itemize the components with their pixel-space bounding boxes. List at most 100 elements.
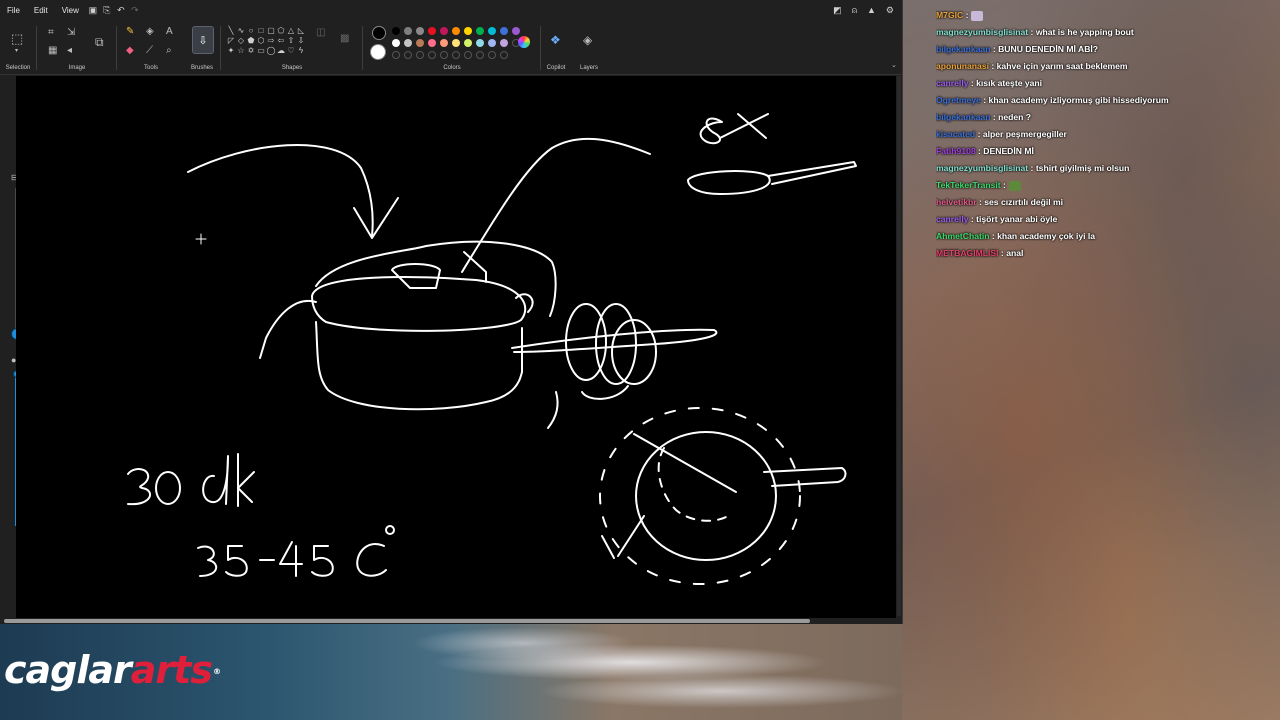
lightning-shape-icon[interactable]: ϟ	[296, 45, 306, 55]
edit-colors-icon[interactable]	[518, 36, 530, 48]
copilot-label: Copilot	[546, 65, 566, 71]
star5-shape-icon[interactable]: ☆	[236, 45, 246, 55]
color-swatch[interactable]	[428, 27, 436, 35]
custom-color-slot[interactable]	[488, 51, 496, 59]
line-shape-icon[interactable]: ╲	[226, 25, 236, 35]
callout-cloud-shape-icon[interactable]: ☁	[276, 45, 286, 55]
layers-icon[interactable]: ◈	[583, 34, 592, 46]
pan-strike-stroke	[633, 433, 737, 493]
menu-edit[interactable]: Edit	[27, 6, 55, 15]
save-icon[interactable]: ▣	[86, 5, 100, 16]
outline-icon[interactable]: ◫	[316, 28, 325, 38]
color-swatch[interactable]	[476, 39, 484, 47]
right-triangle-shape-icon[interactable]: ◺	[296, 25, 306, 35]
shapes-gallery[interactable]: ╲ ∿ ○ □ ▢ ⬠ △ ◺ ◸ ◇ ⬟ ⬡ ⇨ ⇦ ⇧ ⇩ ✦ ☆ ✡ ▭ ◯ ☁ ♡ ϟ	[226, 25, 306, 61]
arrow-right-shape-icon[interactable]: ⇨	[266, 35, 276, 45]
colors-label: Colors	[443, 65, 461, 71]
custom-color-slot[interactable]	[392, 51, 400, 59]
custom-color-slot[interactable]	[428, 51, 436, 59]
flip-icon[interactable]: ◂	[67, 46, 72, 56]
curve-shape-icon[interactable]: ∿	[236, 25, 246, 35]
pot-left-handle-stroke	[259, 299, 317, 359]
copilot-icon[interactable]: ❖	[550, 34, 561, 46]
hexagon-shape-icon[interactable]: ⬡	[256, 35, 266, 45]
crop-icon[interactable]: ⌗	[48, 28, 54, 38]
resize-icon[interactable]: ⇲	[67, 28, 75, 38]
fill-icon[interactable]: ◈	[146, 27, 154, 37]
pentagon-shape-icon[interactable]: ⬟	[246, 35, 256, 45]
color-swatch[interactable]	[452, 39, 460, 47]
text-icon[interactable]: A	[166, 27, 173, 37]
thirty-dk-handwriting	[127, 453, 255, 507]
remove-background-icon[interactable]: ▦	[48, 46, 57, 56]
custom-color-slot[interactable]	[464, 51, 472, 59]
arrow-up-shape-icon[interactable]: ⇧	[286, 35, 296, 45]
brush-icon[interactable]: ⇩	[192, 26, 214, 54]
fill-shape-icon[interactable]: ▩	[340, 34, 349, 44]
image-select-icon[interactable]: ⧉	[95, 36, 104, 48]
drawing-canvas[interactable]: 8x	[16, 76, 896, 618]
oval-shape-icon[interactable]: ○	[246, 25, 256, 35]
chat-message: kisacated : alper peşmergegiller	[936, 129, 1067, 139]
eraser-icon[interactable]: ◆	[126, 46, 134, 56]
redo-icon[interactable]: ↷	[128, 5, 142, 16]
heart-shape-icon[interactable]: ♡	[286, 45, 296, 55]
triangle-shape-icon[interactable]: △	[286, 25, 296, 35]
star4-shape-icon[interactable]: ✦	[226, 45, 236, 55]
color-swatch[interactable]	[476, 27, 484, 35]
rectangle-shape-icon[interactable]: □	[256, 25, 266, 35]
vertical-scrollbar[interactable]	[897, 76, 901, 616]
color-swatch[interactable]	[512, 27, 520, 35]
color-swatch[interactable]	[392, 27, 400, 35]
color-swatch[interactable]	[404, 27, 412, 35]
selection-icon[interactable]: ⬚	[11, 32, 23, 45]
comment-icon[interactable]: ◩	[833, 5, 842, 16]
color-swatch[interactable]	[416, 39, 424, 47]
arrow-down-shape-icon[interactable]: ⇩	[296, 35, 306, 45]
rounded-rect-shape-icon[interactable]: ▢	[266, 25, 276, 35]
magnifier-icon[interactable]: ⌕	[166, 46, 172, 56]
color-swatch[interactable]	[392, 39, 400, 47]
primary-color[interactable]	[372, 26, 386, 40]
custom-color-slot[interactable]	[416, 51, 424, 59]
chevron-down-icon[interactable]: ▾	[15, 48, 18, 54]
custom-color-slot[interactable]	[404, 51, 412, 59]
callout-rect-shape-icon[interactable]: ▭	[256, 45, 266, 55]
color-swatch[interactable]	[464, 39, 472, 47]
brushes-group: ⇩ Brushes	[184, 20, 220, 74]
layers-group: ◈ Layers	[574, 20, 604, 74]
custom-color-slot[interactable]	[440, 51, 448, 59]
account-icon[interactable]: ▲	[867, 5, 876, 16]
profile-icon[interactable]: ⍝	[852, 5, 857, 16]
arrow-left-shape-icon[interactable]: ⇦	[276, 35, 286, 45]
secondary-color[interactable]	[370, 44, 386, 60]
menu-file[interactable]: File	[0, 6, 27, 15]
color-swatch[interactable]	[404, 39, 412, 47]
color-swatch[interactable]	[488, 39, 496, 47]
undo-icon[interactable]: ↶	[114, 5, 128, 16]
color-picker-icon[interactable]: ⟋	[146, 46, 153, 56]
color-swatch[interactable]	[428, 39, 436, 47]
color-swatch[interactable]	[500, 39, 508, 47]
callout-oval-shape-icon[interactable]: ◯	[266, 45, 276, 55]
custom-color-slot[interactable]	[476, 51, 484, 59]
color-swatch[interactable]	[440, 39, 448, 47]
polygon-shape-icon[interactable]: ⬠	[276, 25, 286, 35]
star6-shape-icon[interactable]: ✡	[246, 45, 256, 55]
pencil-icon[interactable]: ✎	[126, 27, 134, 37]
color-swatch[interactable]	[452, 27, 460, 35]
settings-icon[interactable]: ⚙	[886, 5, 894, 16]
custom-color-slot[interactable]	[452, 51, 460, 59]
collapse-ribbon-icon[interactable]: ⌄	[891, 62, 897, 69]
color-swatch[interactable]	[488, 27, 496, 35]
color-swatch[interactable]	[500, 27, 508, 35]
color-swatch[interactable]	[464, 27, 472, 35]
share-icon[interactable]: ⎘	[100, 5, 114, 16]
color-swatch[interactable]	[416, 27, 424, 35]
menu-view[interactable]: View	[55, 6, 86, 15]
right-triangle-2-shape-icon[interactable]: ◸	[226, 35, 236, 45]
color-swatch[interactable]	[440, 27, 448, 35]
custom-color-slot[interactable]	[500, 51, 508, 59]
horizontal-scrollbar[interactable]	[4, 619, 810, 623]
diamond-shape-icon[interactable]: ◇	[236, 35, 246, 45]
